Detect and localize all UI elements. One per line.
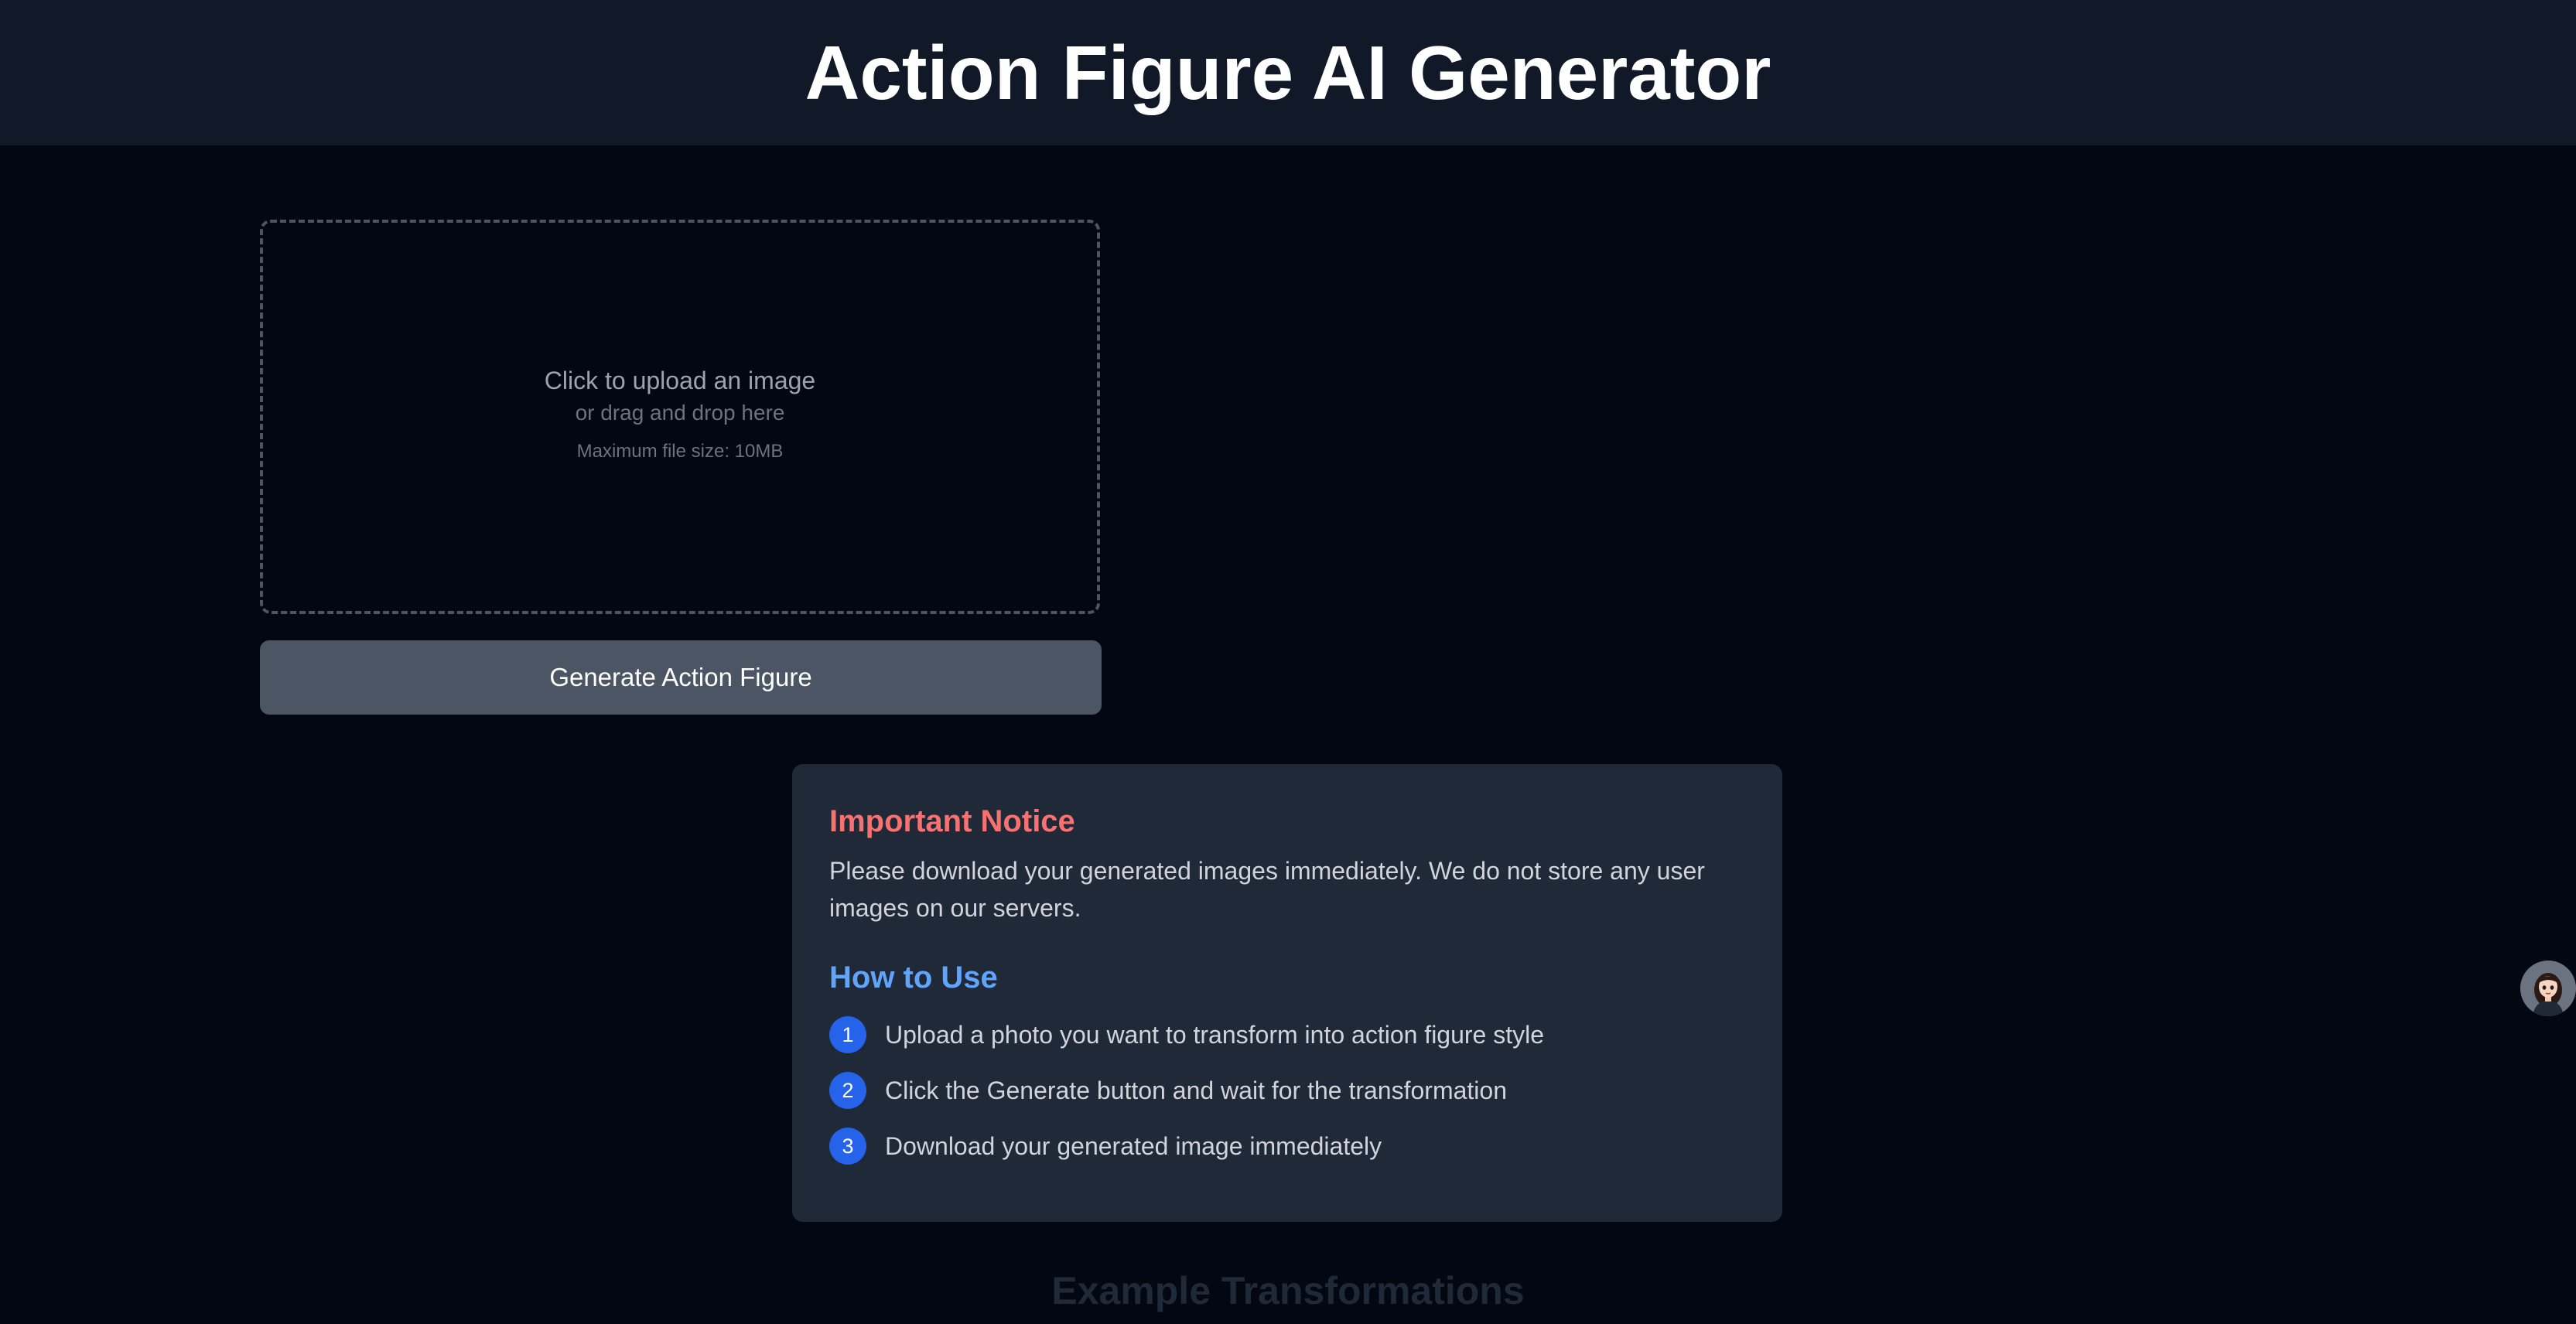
examples-title: Example Transformations <box>1051 1269 1525 1312</box>
step-text: Download your generated image immediatel… <box>885 1131 1382 1160</box>
notice-title: Important Notice <box>829 804 1075 838</box>
how-to-title: How to Use <box>829 961 998 995</box>
upload-title: Click to upload an image <box>544 367 816 395</box>
upload-subtitle: or drag and drop here <box>575 401 785 425</box>
how-to-steps: 1 Upload a photo you want to transform i… <box>829 1016 1745 1165</box>
step-number-badge: 3 <box>829 1128 866 1165</box>
page-title: Action Figure AI Generator <box>805 30 1771 115</box>
upload-max-size: Maximum file size: 10MB <box>576 441 784 462</box>
page-header: Action Figure AI Generator <box>0 0 2576 145</box>
step-item: 1 Upload a photo you want to transform i… <box>829 1016 1745 1053</box>
generate-action-figure-button[interactable]: Generate Action Figure <box>260 640 1102 715</box>
step-text: Click the Generate button and wait for t… <box>885 1076 1507 1104</box>
image-upload-dropzone[interactable]: Click to upload an image or drag and dro… <box>260 220 1100 614</box>
assistant-avatar-icon[interactable] <box>2520 961 2576 1016</box>
step-text: Upload a photo you want to transform int… <box>885 1020 1545 1049</box>
page: Action Figure AI Generator Click to uplo… <box>0 0 2576 1324</box>
step-number-badge: 1 <box>829 1016 866 1053</box>
step-item: 2 Click the Generate button and wait for… <box>829 1072 1745 1109</box>
info-card: Important Notice Please download your ge… <box>792 764 1782 1222</box>
step-number-badge: 2 <box>829 1072 866 1109</box>
notice-text: Please download your generated images im… <box>829 857 1705 922</box>
step-item: 3 Download your generated image immediat… <box>829 1128 1745 1165</box>
